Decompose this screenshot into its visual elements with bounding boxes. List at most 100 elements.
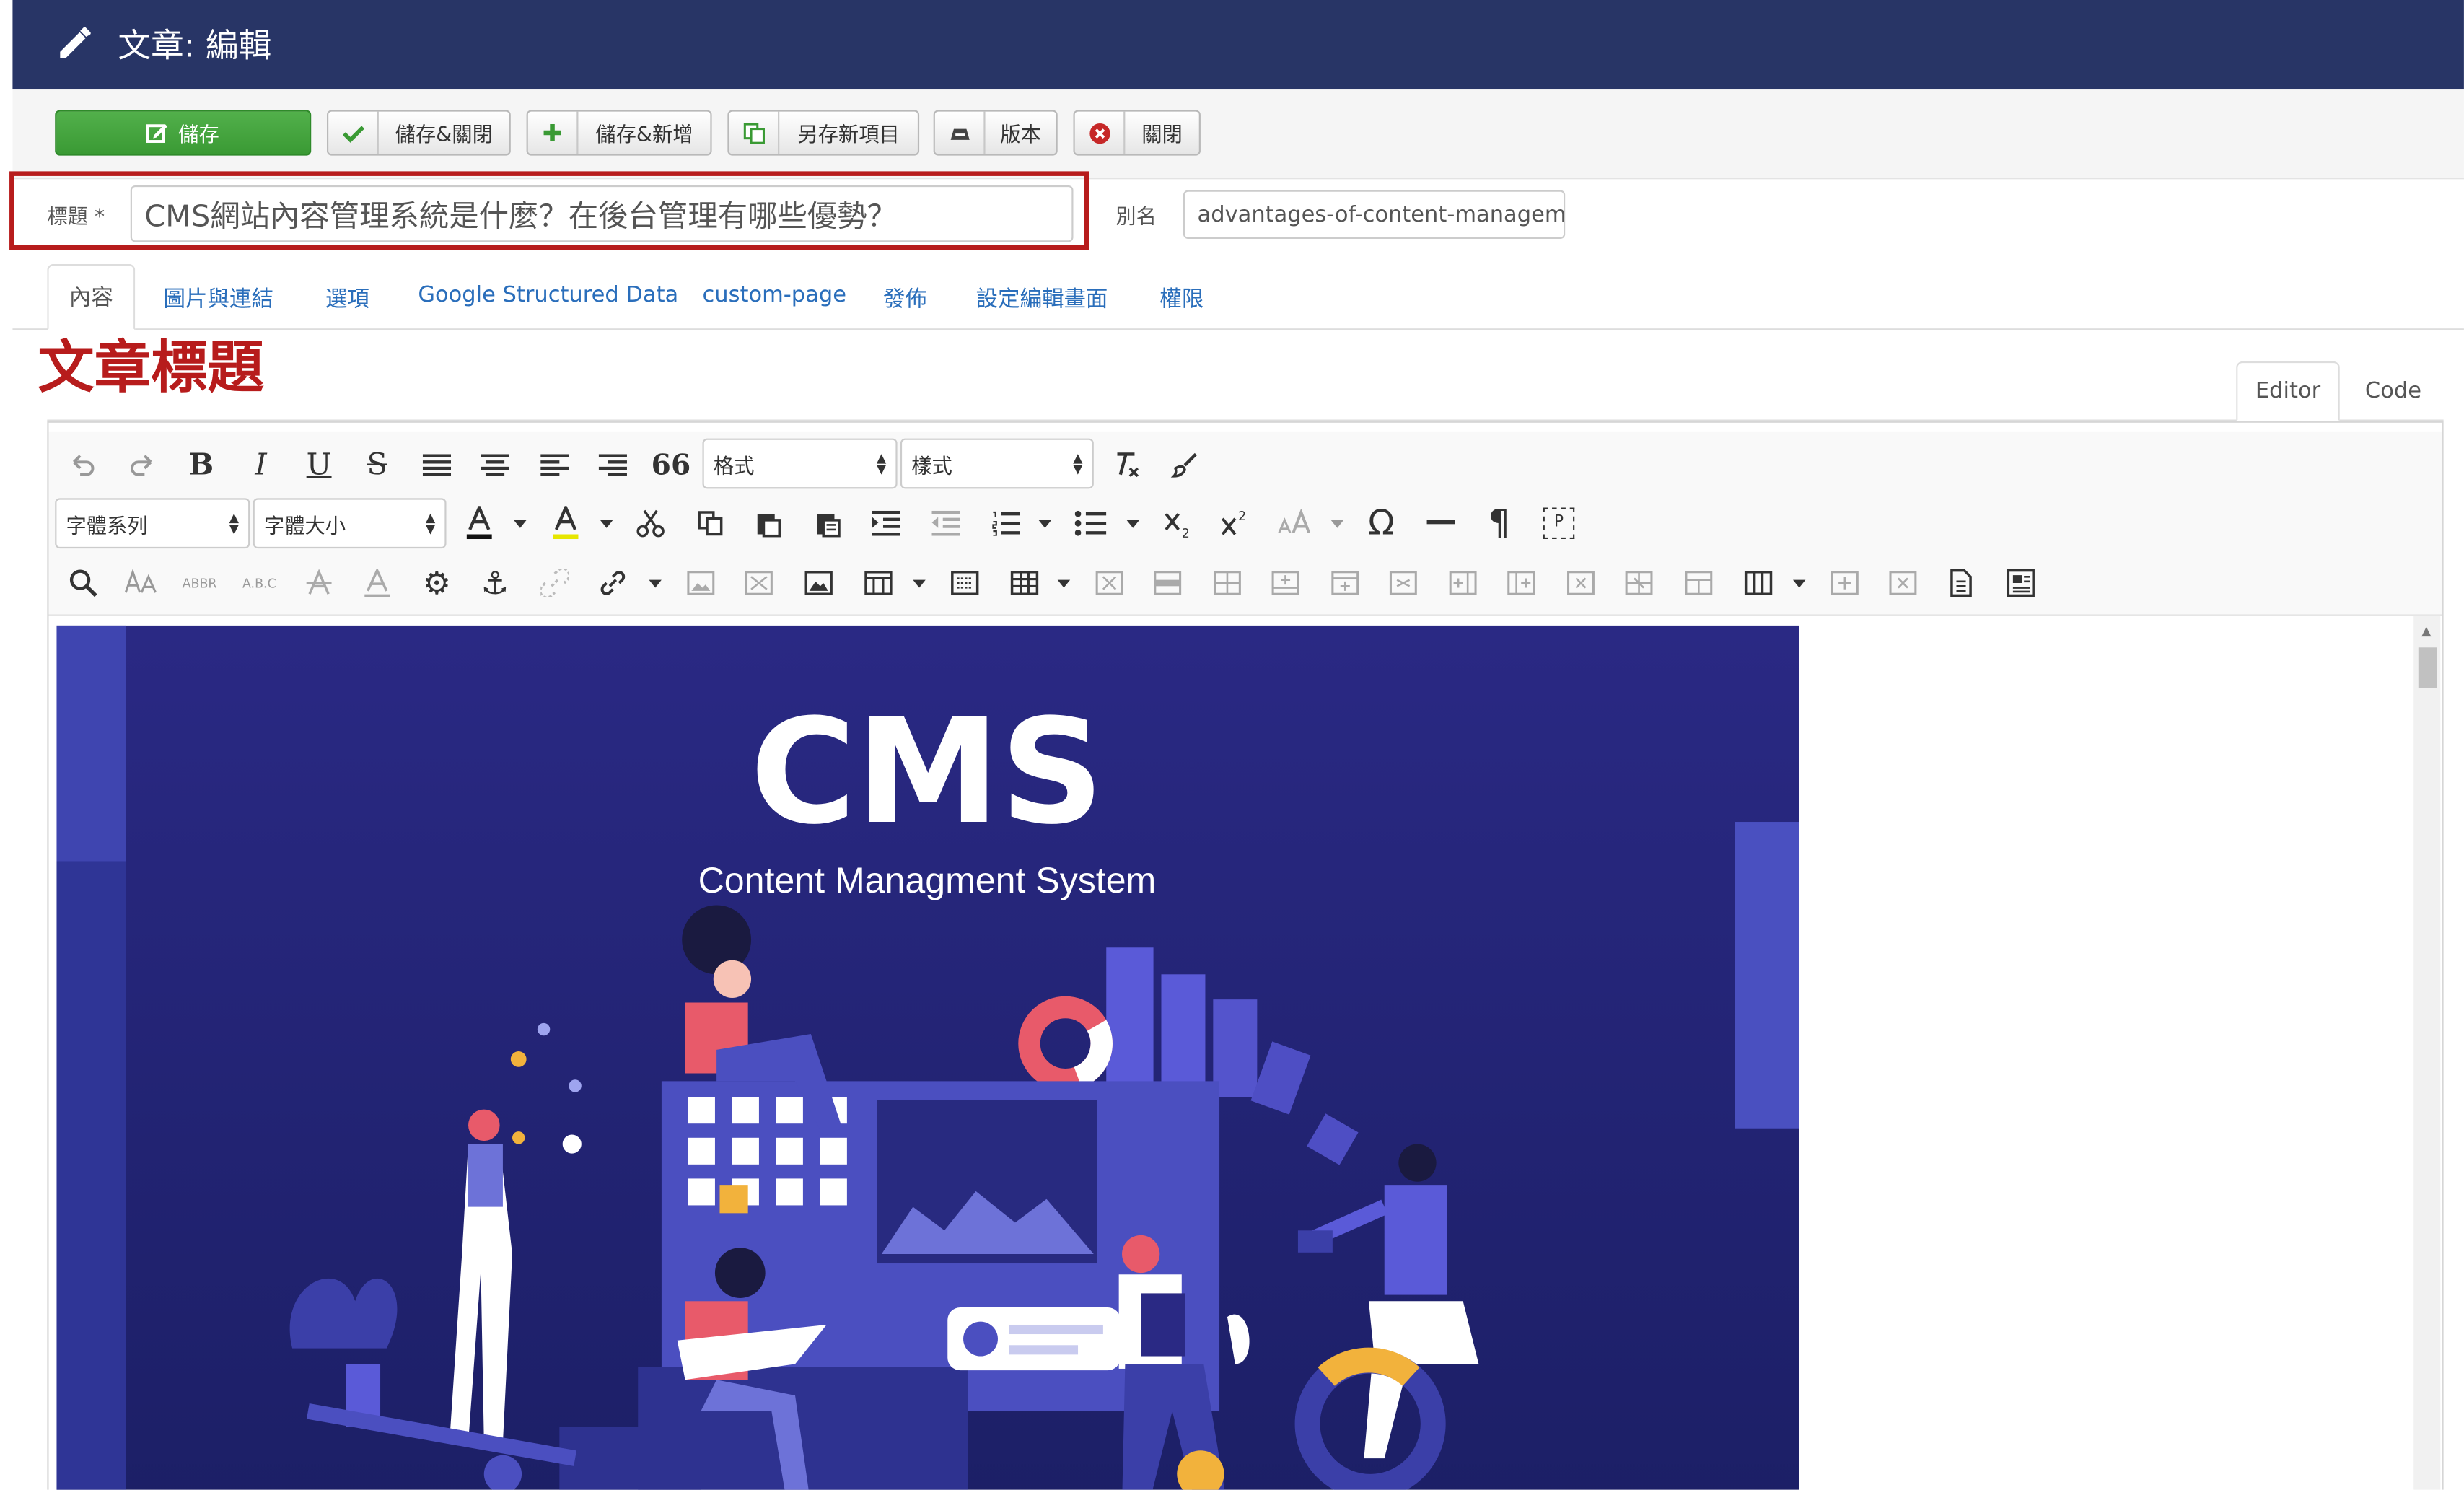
tab-google-structured-data[interactable]: Google Structured Data bbox=[418, 283, 678, 308]
numbered-list-icon[interactable] bbox=[986, 503, 1027, 544]
anchor-icon[interactable]: ⚓ bbox=[475, 563, 516, 604]
editor-tab-code[interactable]: Code bbox=[2348, 361, 2439, 421]
undo-icon[interactable] bbox=[63, 444, 104, 486]
tab-options[interactable]: 選項 bbox=[325, 283, 369, 315]
newspaper-icon[interactable] bbox=[2000, 563, 2041, 604]
chevron-down-icon[interactable] bbox=[649, 579, 662, 588]
unlink-icon[interactable] bbox=[534, 563, 575, 604]
font-size-select[interactable]: 字體大小 ▲ ▼ bbox=[253, 498, 447, 549]
cut-icon[interactable] bbox=[630, 503, 671, 544]
indent-icon[interactable] bbox=[866, 503, 907, 544]
outdent-icon[interactable] bbox=[926, 503, 967, 544]
font-style-icon[interactable] bbox=[121, 563, 162, 604]
table-icon[interactable] bbox=[1004, 563, 1045, 604]
save-copy-button[interactable]: 另存新項目 bbox=[727, 110, 920, 156]
tab-content[interactable]: 內容 bbox=[47, 263, 136, 330]
table-row-props-icon[interactable] bbox=[1147, 563, 1188, 604]
check-icon bbox=[328, 111, 379, 154]
tab-permissions[interactable]: 權限 bbox=[1159, 283, 1203, 315]
save-close-button[interactable]: 儲存&關閉 bbox=[327, 110, 511, 156]
brush-icon[interactable] bbox=[1165, 444, 1206, 486]
image-icon[interactable] bbox=[798, 563, 839, 604]
close-button[interactable]: 關閉 bbox=[1073, 110, 1201, 156]
abbreviation-icon[interactable]: ABBR bbox=[179, 563, 220, 604]
insert-row-before-icon[interactable] bbox=[1265, 563, 1306, 604]
image-subheading: Content Managment System bbox=[698, 860, 1157, 900]
paste-text-icon[interactable] bbox=[807, 503, 849, 544]
tab-editor-config[interactable]: 設定編輯畫面 bbox=[975, 283, 1108, 315]
tab-images-links[interactable]: 圖片與連結 bbox=[164, 283, 273, 315]
image-dim-icon[interactable] bbox=[680, 563, 722, 604]
updown-arrow-icon: ▲ ▼ bbox=[876, 451, 887, 476]
acronym-icon[interactable]: A.B.C bbox=[239, 563, 280, 604]
tab-custom-page[interactable]: custom-page bbox=[703, 283, 846, 308]
special-char-icon[interactable]: Ω bbox=[1361, 503, 1402, 544]
alias-input[interactable]: advantages-of-content-managemen bbox=[1183, 190, 1566, 240]
redo-icon[interactable] bbox=[121, 444, 162, 486]
table-cell-props-icon[interactable] bbox=[1207, 563, 1248, 604]
insert-col-after-icon[interactable] bbox=[1501, 563, 1542, 604]
subscript-icon[interactable]: 2 bbox=[1158, 503, 1199, 544]
format-select[interactable]: 格式 ▲ ▼ bbox=[702, 438, 898, 489]
paste-icon[interactable] bbox=[748, 503, 789, 544]
strikethrough-icon[interactable]: S bbox=[356, 444, 398, 486]
bold-icon[interactable]: B bbox=[180, 444, 222, 486]
delete-col-icon[interactable] bbox=[1561, 563, 1602, 604]
close-circle-icon bbox=[1075, 111, 1126, 154]
delete-row-icon[interactable] bbox=[1383, 563, 1424, 604]
split-cells-icon[interactable] bbox=[1618, 563, 1660, 604]
styles-select[interactable]: 樣式 ▲ ▼ bbox=[900, 438, 1094, 489]
clear-formatting-icon[interactable] bbox=[1106, 444, 1147, 486]
align-left-icon[interactable] bbox=[534, 444, 575, 486]
delete-table-icon[interactable] bbox=[1089, 563, 1130, 604]
chevron-down-icon[interactable] bbox=[1057, 579, 1071, 588]
versions-button[interactable]: 版本 bbox=[933, 110, 1058, 156]
save-button[interactable]: 儲存 bbox=[55, 110, 312, 156]
page-break-icon[interactable]: P bbox=[1538, 503, 1579, 544]
superscript-icon[interactable]: 2 bbox=[1215, 503, 1256, 544]
chevron-down-icon[interactable] bbox=[913, 579, 926, 588]
scroll-up-arrow-icon[interactable]: ▲ bbox=[2421, 624, 2431, 639]
gear-icon[interactable]: ⚙ bbox=[416, 563, 457, 604]
chevron-down-icon[interactable] bbox=[1038, 520, 1052, 528]
media-icon[interactable] bbox=[739, 563, 780, 604]
blockquote-icon[interactable]: 66 bbox=[651, 444, 692, 486]
insert-column-icon[interactable] bbox=[1825, 563, 1866, 604]
chevron-down-icon[interactable] bbox=[1126, 520, 1139, 528]
copy-icon[interactable] bbox=[690, 503, 731, 544]
search-icon[interactable] bbox=[63, 563, 104, 604]
pilcrow-icon[interactable]: ¶ bbox=[1478, 503, 1520, 544]
insert-row-after-icon[interactable] bbox=[1325, 563, 1366, 604]
align-justify-icon[interactable] bbox=[416, 444, 457, 486]
align-right-icon[interactable] bbox=[592, 444, 633, 486]
table-layout-icon[interactable] bbox=[858, 563, 899, 604]
link-icon[interactable] bbox=[592, 563, 633, 604]
italic-icon[interactable]: I bbox=[240, 444, 281, 486]
font-family-select[interactable]: 字體系列 ▲ ▼ bbox=[55, 498, 250, 549]
merge-cells-icon[interactable] bbox=[1678, 563, 1719, 604]
text-color-icon[interactable] bbox=[459, 503, 500, 544]
chevron-down-icon[interactable] bbox=[1330, 520, 1344, 528]
horizontal-rule-icon[interactable] bbox=[1421, 503, 1462, 544]
align-center-icon[interactable] bbox=[475, 444, 516, 486]
editor-tab-editor[interactable]: Editor bbox=[2236, 361, 2340, 421]
bullet-list-icon[interactable] bbox=[1070, 503, 1111, 544]
insert-text-icon[interactable] bbox=[356, 563, 398, 604]
background-color-icon[interactable] bbox=[545, 503, 587, 544]
scrollbar-thumb[interactable] bbox=[2418, 647, 2437, 688]
save-new-button[interactable]: 儲存&新增 bbox=[526, 110, 712, 156]
template-icon[interactable] bbox=[944, 563, 986, 604]
chevron-down-icon[interactable] bbox=[1792, 579, 1806, 588]
chevron-down-icon[interactable] bbox=[514, 520, 527, 528]
document-icon[interactable] bbox=[1941, 563, 1982, 604]
image-heading: CMS bbox=[750, 688, 1105, 856]
editor-scrollbar[interactable] bbox=[2413, 615, 2441, 1490]
underline-icon[interactable]: U bbox=[299, 444, 340, 486]
columns-icon[interactable] bbox=[1738, 563, 1779, 604]
delete-column-icon[interactable] bbox=[1882, 563, 1924, 604]
insert-col-before-icon[interactable] bbox=[1442, 563, 1483, 604]
tab-publishing[interactable]: 發佈 bbox=[883, 283, 927, 315]
change-case-icon[interactable] bbox=[1274, 503, 1315, 544]
delete-text-icon[interactable] bbox=[299, 563, 340, 604]
chevron-down-icon[interactable] bbox=[600, 520, 613, 528]
